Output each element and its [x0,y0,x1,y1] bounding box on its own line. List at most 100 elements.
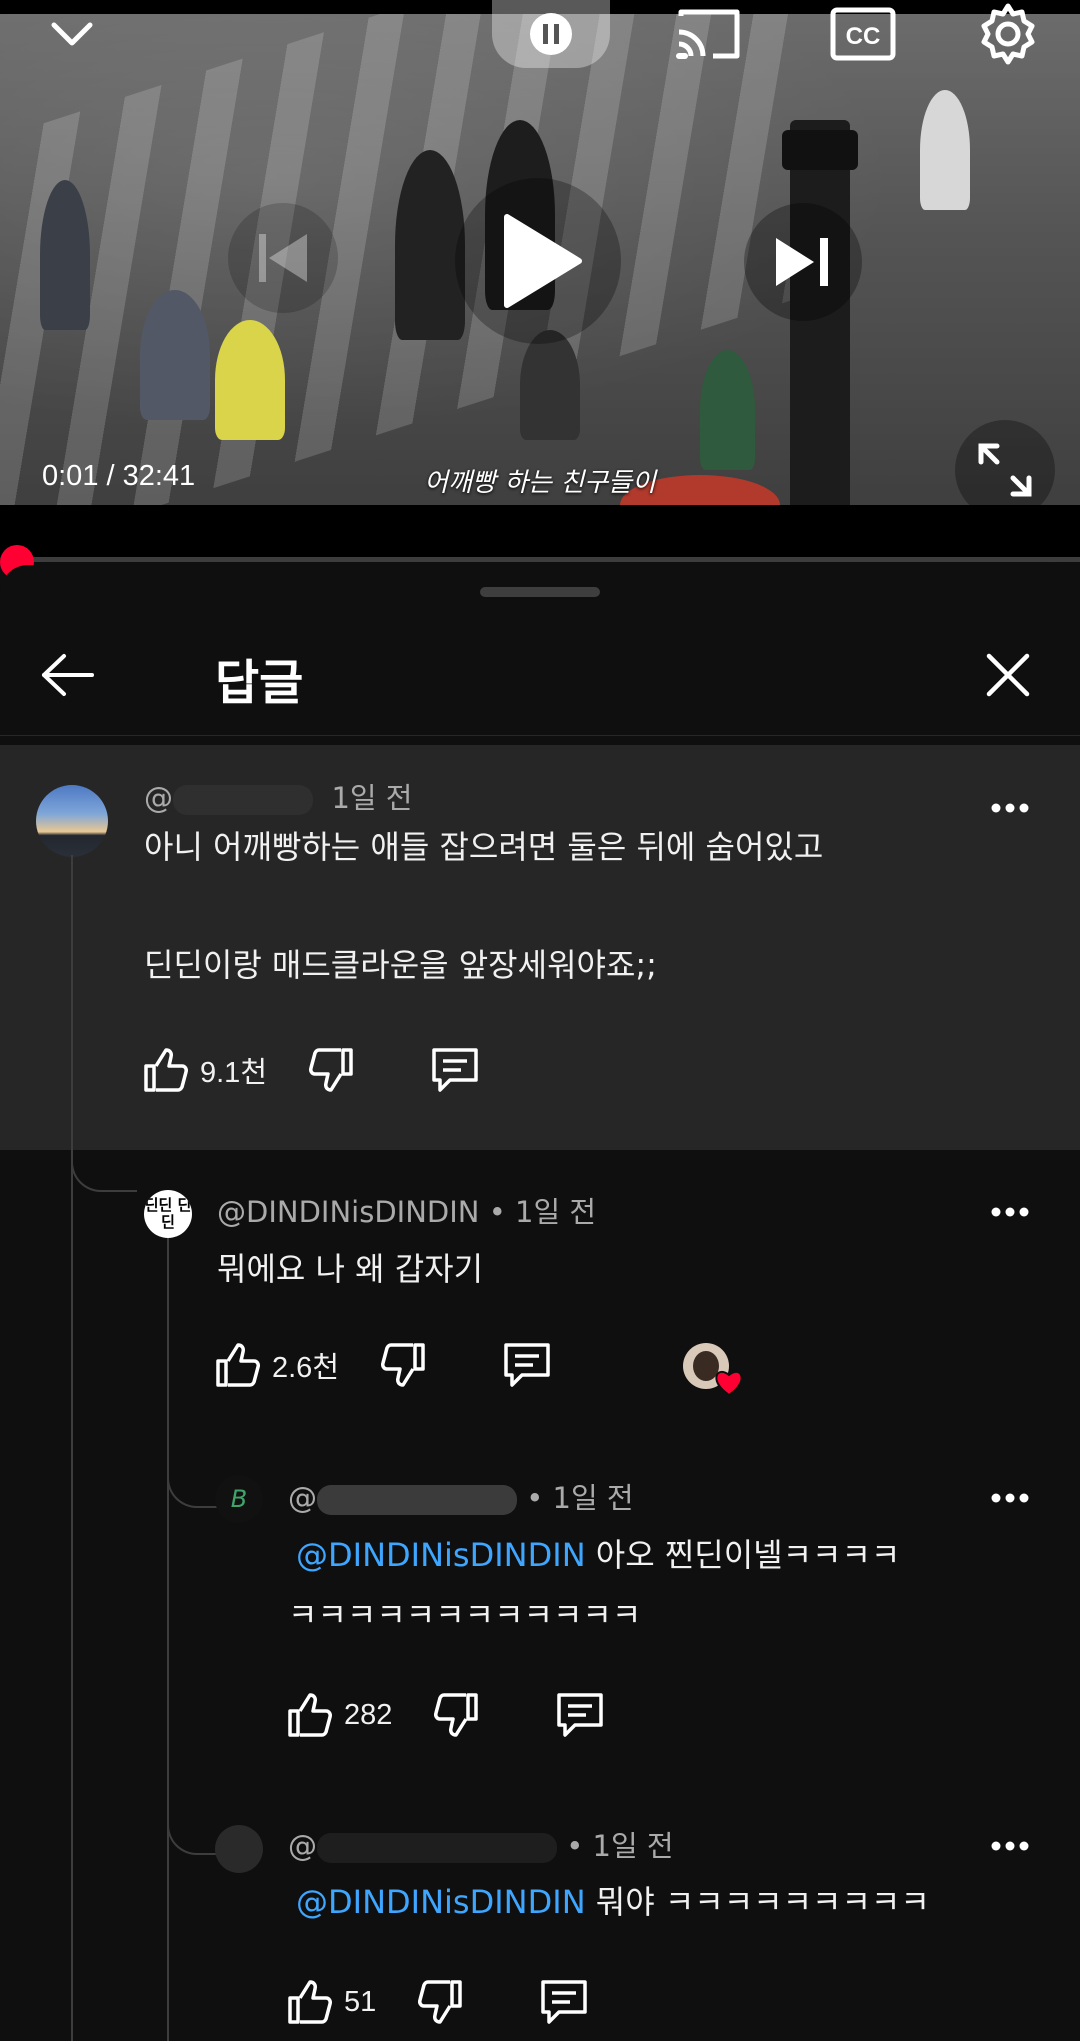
sheet-title: 답글 [215,655,304,711]
author-handle[interactable]: @ [144,781,173,815]
dislike-button[interactable] [305,1044,357,1096]
captions-button[interactable]: CC [823,0,903,68]
thread-connector [167,1705,217,1855]
comment-time: • 1일 전 [488,1195,597,1229]
like-button[interactable] [140,1044,192,1096]
comment-text-line: 뭐에요 나 왜 갑자기 [217,1250,484,1288]
more-button[interactable] [985,1821,1035,1871]
skip-next-icon [776,238,828,286]
comment-text-span: 아오 찐딘이넬ㅋㅋㅋㅋ [585,1536,901,1574]
video-player[interactable]: CC 0:01 / 32:41 어깨빵 하는 친구들이 [0,0,1080,505]
previous-button[interactable] [228,203,338,313]
like-count: 282 [344,1698,393,1731]
dislike-button[interactable] [377,1339,429,1391]
reply-button[interactable] [501,1339,553,1391]
comment-actions: 51 [284,1972,590,2032]
comment-actions: 9.1천 [140,1040,481,1100]
video-figure [700,350,755,470]
gear-icon [981,3,1035,65]
thread-line [167,1230,169,2041]
author-handle[interactable]: @ [288,1829,317,1863]
more-vert-icon [991,1493,1029,1503]
author-handle[interactable]: @DINDINisDINDIN [217,1195,479,1229]
thumb-down-icon [309,1048,353,1092]
play-icon [504,214,582,308]
video-pole-top [782,130,858,170]
parent-comment: @ 1일 전 아니 어깨빵하는 애들 잡으려면 둘은 뒤에 숨어있고 딘딘이랑 … [0,745,1080,1150]
thumb-up-icon [288,1693,332,1737]
reply-button[interactable] [554,1689,606,1741]
arrow-back-icon [42,654,94,696]
comment-text-span: 뭐야 ㅋㅋㅋㅋㅋㅋㅋㅋㅋ [585,1883,930,1921]
thread-line [71,855,73,2041]
thumb-up-icon [216,1343,260,1387]
reply-button[interactable] [429,1044,481,1096]
comment-text-line: 아니 어깨빵하는 애들 잡으려면 둘은 뒤에 숨어있고 [144,828,824,866]
sheet-header: 답글 [0,605,1080,736]
reply-icon [541,1980,588,2024]
thumb-down-icon [434,1693,479,1737]
player-bottom-bar [0,505,1080,557]
avatar[interactable]: 딘딘 딘딘 [144,1190,192,1238]
comment-meta: @ 1일 전 [144,775,412,817]
dislike-button[interactable] [430,1689,482,1741]
more-vert-icon [991,1841,1029,1851]
video-figure [520,330,580,440]
thread-connector [167,1440,217,1508]
mention-link[interactable]: @DINDINisDINDIN [296,1883,586,1921]
avatar[interactable]: B [215,1475,263,1523]
collapse-button[interactable] [32,0,112,68]
comment-time: 1일 전 [331,781,413,815]
video-figure [40,180,90,330]
reply-icon [432,1048,478,1092]
pause-button[interactable] [492,0,610,68]
more-button[interactable] [985,783,1035,833]
redacted-handle [173,785,313,815]
more-button[interactable] [985,1187,1035,1237]
redacted-handle [317,1833,557,1863]
creator-heart-icon [715,1370,743,1396]
like-button[interactable] [284,1689,336,1741]
more-button[interactable] [985,1473,1035,1523]
dislike-button[interactable] [414,1976,466,2028]
reply-icon [557,1693,604,1737]
more-vert-icon [991,1207,1029,1217]
avatar[interactable] [36,785,108,857]
video-figure [395,150,465,340]
progress-bar[interactable] [18,557,1080,562]
reply-button[interactable] [538,1976,590,2028]
like-button[interactable] [284,1976,336,2028]
comment-actions: 282 [284,1685,606,1745]
svg-text:CC: CC [846,23,881,50]
thumb-down-icon [381,1343,425,1387]
comment-time: • 1일 전 [566,1829,674,1863]
like-count: 9.1천 [200,1057,267,1089]
video-figure [215,320,285,440]
pause-icon [530,13,572,55]
back-button[interactable] [40,645,110,705]
comment-text-line: @DINDINisDINDIN 뭐야 ㅋㅋㅋㅋㅋㅋㅋㅋㅋ [296,1878,930,1926]
sheet-drag-handle[interactable] [480,587,600,597]
comment-text-line: @DINDINisDINDIN 아오 찐딘이넬ㅋㅋㅋㅋ [296,1531,900,1579]
thumb-up-icon [144,1048,188,1092]
like-count: 51 [344,1985,377,2018]
thumb-up-icon [288,1980,332,2024]
mention-link[interactable]: @DINDINisDINDIN [296,1536,586,1574]
video-figure [920,90,970,210]
cast-button[interactable] [668,0,748,68]
comment-meta: @ • 1일 전 [288,1475,634,1517]
captions-icon: CC [830,7,896,61]
replies-sheet: 답글 @ 1일 전 아니 어깨빵하는 애들 잡으려면 둘은 뒤에 숨어있고 딘딘… [0,565,1080,2041]
author-handle[interactable]: @ [288,1481,317,1515]
like-button[interactable] [212,1339,264,1391]
comment-time: • 1일 전 [526,1481,634,1515]
play-button[interactable] [455,178,621,344]
cast-icon [676,9,740,59]
comment-actions: 2.6천 [212,1335,553,1395]
comment-meta: @DINDINisDINDIN • 1일 전 [217,1189,596,1231]
close-button[interactable] [975,645,1041,705]
settings-button[interactable] [968,0,1048,68]
avatar[interactable] [215,1825,263,1873]
next-button[interactable] [744,203,862,321]
more-vert-icon [991,803,1029,813]
